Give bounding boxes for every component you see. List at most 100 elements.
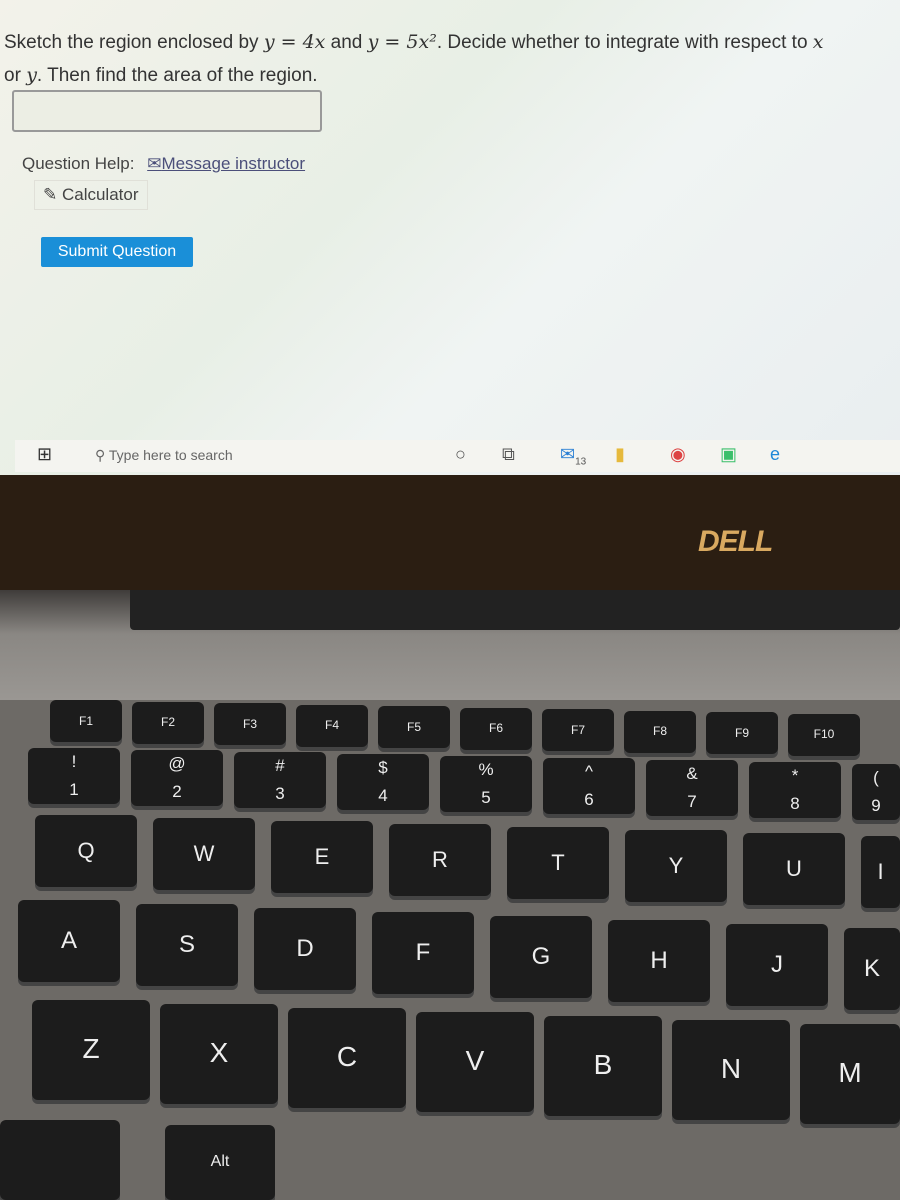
app-icon[interactable]: ▣ [720, 444, 737, 465]
key-label: W [193, 840, 215, 866]
alt-key[interactable]: Alt [165, 1125, 275, 1200]
key-8[interactable]: * 8 [749, 762, 841, 818]
key-label: B [593, 1049, 613, 1081]
key-6[interactable]: ^ 6 [543, 758, 635, 814]
windows-start-icon[interactable]: ⊞ [37, 444, 52, 465]
key-t[interactable]: T [507, 827, 609, 899]
key-7[interactable]: & 7 [646, 760, 738, 816]
key-k[interactable]: K [844, 928, 900, 1010]
question-help: Question Help: ✉Message instructor [22, 154, 305, 174]
windows-key[interactable] [0, 1120, 120, 1200]
mail-icon: ✉ [147, 154, 162, 173]
key-f[interactable]: F [372, 912, 474, 994]
key-f6[interactable]: F6 [460, 707, 532, 750]
file-explorer-icon[interactable]: ▮ [615, 444, 625, 465]
key-label: 3 [275, 784, 285, 803]
key-f4[interactable]: F4 [296, 704, 368, 747]
key-m[interactable]: M [800, 1024, 900, 1124]
key-f10[interactable]: F10 [788, 713, 860, 756]
key-label: E [314, 843, 330, 869]
key-label: J [771, 950, 783, 978]
key-label: $ [378, 758, 388, 777]
key-v[interactable]: V [416, 1012, 534, 1112]
key-label: 4 [378, 786, 388, 805]
hinge [130, 590, 900, 630]
key-q[interactable]: Q [35, 815, 137, 887]
key-2[interactable]: @2 [131, 750, 223, 806]
chrome-icon[interactable]: ◉ [670, 444, 686, 465]
key-h[interactable]: H [608, 920, 710, 1002]
key-label: # [275, 756, 285, 775]
key-label: T [551, 849, 565, 875]
key-g[interactable]: G [490, 916, 592, 998]
answer-input[interactable] [12, 90, 322, 132]
cortana-icon[interactable]: ○ [455, 444, 466, 465]
key-9[interactable]: (9 [852, 764, 900, 820]
key-label: 5 [481, 788, 491, 807]
key-n[interactable]: N [672, 1020, 790, 1120]
search-icon: ⚲ [95, 447, 109, 463]
key-label: Alt [210, 1152, 230, 1170]
key-label: * [791, 766, 799, 785]
key-f8[interactable]: F8 [624, 710, 696, 753]
key-label: H [650, 946, 668, 974]
key-e[interactable]: E [271, 821, 373, 893]
task-view-icon[interactable]: ⧉ [502, 444, 515, 465]
key-j[interactable]: J [726, 924, 828, 1006]
key-label: G [531, 942, 551, 970]
key-label: Z [82, 1033, 100, 1065]
screen: Sketch the region enclosed by y = 4x and… [0, 0, 900, 475]
key-label: ! [71, 752, 77, 771]
key-label: F4 [324, 718, 339, 733]
key-c[interactable]: C [288, 1008, 406, 1108]
key-label: A [60, 926, 77, 954]
key-b[interactable]: B [544, 1016, 662, 1116]
key-label: ^ [585, 762, 593, 781]
key-f3[interactable]: F3 [214, 703, 286, 745]
key-label: F [415, 938, 431, 966]
key-label: F1 [78, 713, 93, 728]
key-x[interactable]: X [160, 1004, 278, 1104]
key-f5[interactable]: F5 [378, 706, 450, 748]
key-d[interactable]: D [254, 908, 356, 990]
key-label: X [209, 1037, 229, 1069]
key-1[interactable]: ! 1 [28, 748, 120, 804]
key-label: 2 [172, 782, 182, 801]
key-w[interactable]: W [153, 818, 255, 890]
key-label: F3 [242, 716, 257, 731]
key-r[interactable]: R [389, 824, 491, 896]
taskbar: ⊞ ⚲ Type here to search ○ ⧉ ✉13 ▮ ◉ ▣ e [15, 440, 900, 472]
key-f2[interactable]: F2 [132, 701, 204, 744]
key-label: ( [873, 768, 879, 787]
key-u[interactable]: U [743, 833, 845, 905]
key-z[interactable]: Z [32, 1000, 150, 1100]
key-3[interactable]: #3 [234, 752, 326, 808]
key-i[interactable]: I [861, 836, 900, 908]
key-label: N [720, 1053, 742, 1085]
key-5[interactable]: % 5 [440, 756, 532, 812]
pencil-icon: ✎ [43, 185, 62, 204]
search-box[interactable]: ⚲ Type here to search [95, 447, 233, 464]
key-4[interactable]: $4 [337, 754, 429, 810]
key-s[interactable]: S [136, 904, 238, 986]
key-label: % [478, 760, 494, 779]
key-label: F5 [406, 719, 421, 734]
dell-logo: DELL [698, 525, 773, 558]
key-y[interactable]: Y [625, 830, 727, 902]
message-instructor-link[interactable]: ✉Message instructor [147, 154, 305, 173]
key-label: & [686, 764, 698, 783]
edge-icon[interactable]: e [770, 444, 780, 465]
key-label: F2 [160, 715, 175, 730]
calculator-link[interactable]: ✎ Calculator [34, 180, 148, 210]
submit-question-button[interactable]: Submit Question [41, 237, 193, 267]
key-label: F9 [734, 725, 749, 740]
key-label: @ [168, 754, 186, 773]
key-label: I [877, 858, 884, 884]
key-f7[interactable]: F7 [542, 709, 614, 751]
mail-app-icon[interactable]: ✉13 [560, 444, 586, 468]
key-label: Y [668, 852, 684, 878]
key-f1[interactable]: F1 [50, 700, 122, 742]
key-label: F8 [652, 724, 667, 739]
key-a[interactable]: A [18, 900, 120, 982]
key-f9[interactable]: F9 [706, 712, 778, 754]
